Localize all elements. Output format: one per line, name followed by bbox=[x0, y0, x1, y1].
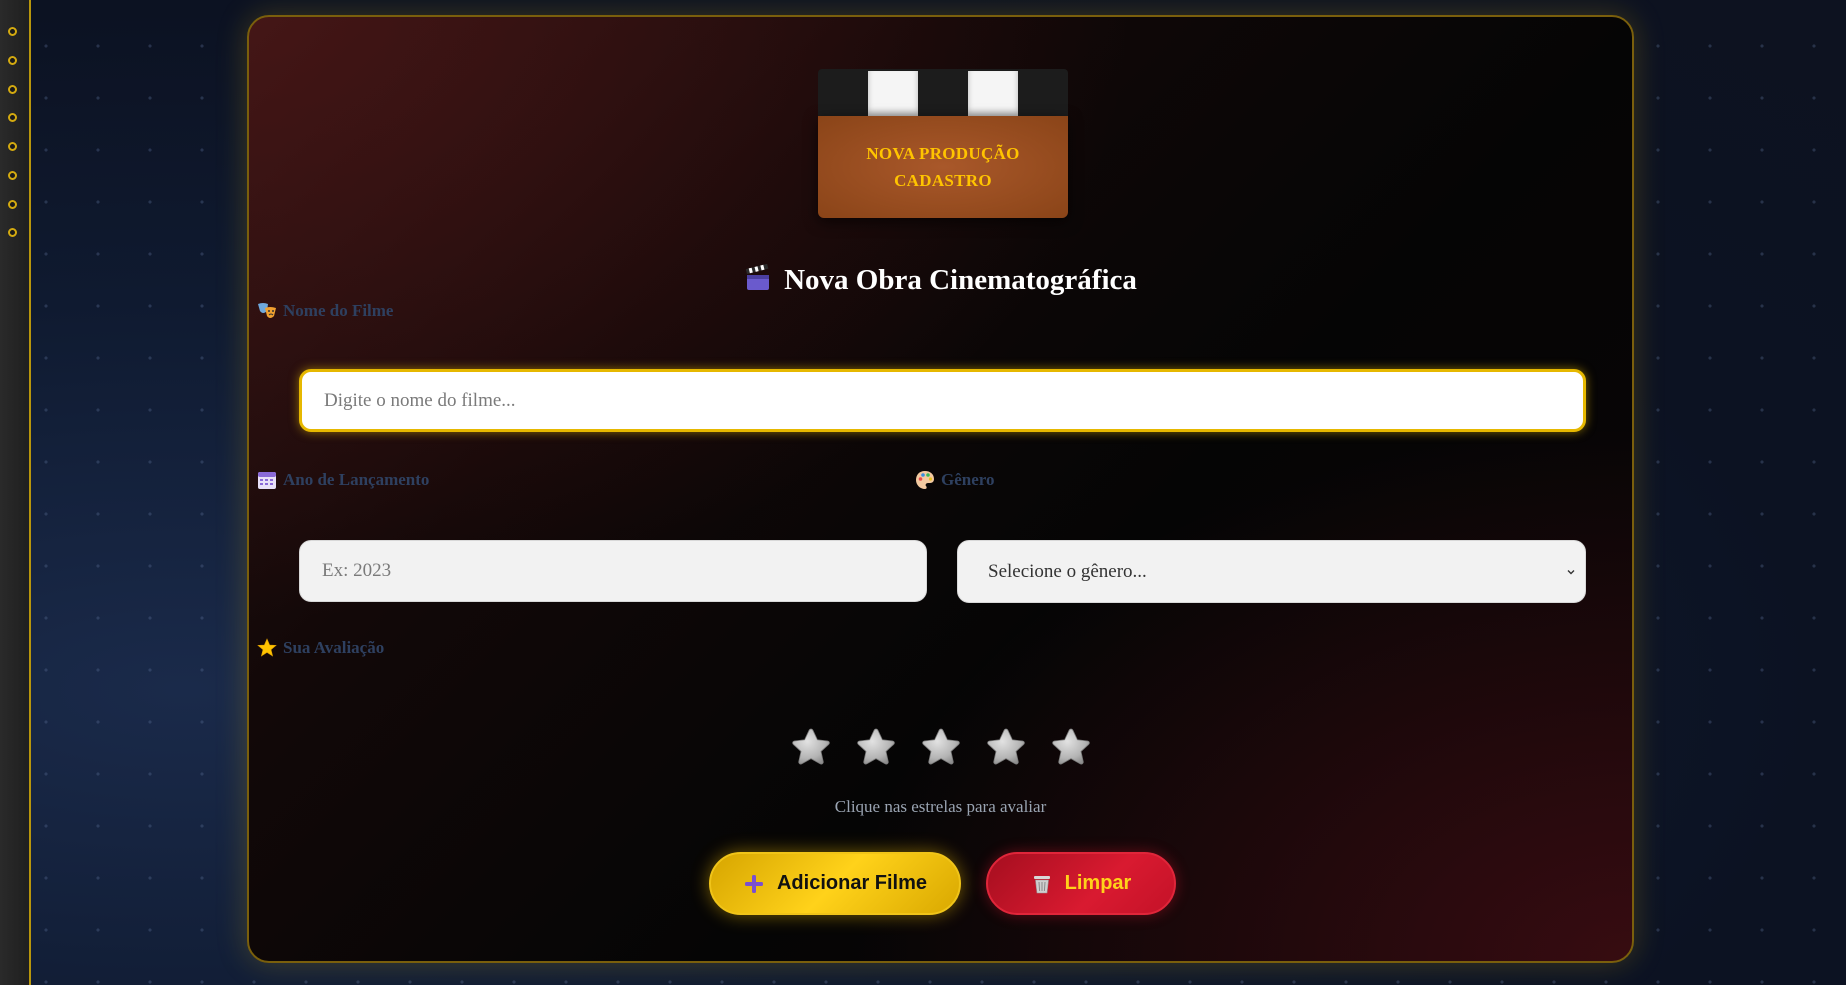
add-movie-button[interactable]: Adicionar Filme bbox=[709, 852, 961, 915]
clapper-stripe bbox=[968, 71, 1018, 116]
clapperboard-top bbox=[818, 69, 1068, 116]
movie-form-card: NOVA PRODUÇÃO CADASTRO Nova Obra Cinemat… bbox=[247, 15, 1634, 963]
film-hole bbox=[8, 200, 17, 209]
clapperboard-icon bbox=[745, 264, 770, 290]
clapperboard-line-1: NOVA PRODUÇÃO bbox=[866, 144, 1020, 163]
film-hole bbox=[8, 142, 17, 151]
genre-field-label: Gênero bbox=[915, 469, 995, 491]
clear-button-label: Limpar bbox=[1064, 872, 1132, 894]
rating-star-1[interactable] bbox=[790, 727, 832, 769]
genre-select[interactable]: Selecione o gênero... bbox=[957, 540, 1586, 603]
clapperboard-header: NOVA PRODUÇÃO CADASTRO bbox=[818, 69, 1068, 218]
theater-masks-icon bbox=[258, 303, 276, 318]
release-year-input[interactable] bbox=[299, 540, 927, 602]
calendar-icon bbox=[258, 472, 276, 489]
movie-name-input[interactable] bbox=[299, 369, 1586, 432]
film-hole bbox=[8, 171, 17, 180]
rating-hint: Clique nas estrelas para avaliar bbox=[834, 797, 1047, 816]
star-icon bbox=[257, 638, 277, 657]
rating-field-label-text: Sua Avaliação bbox=[283, 638, 385, 657]
clapperboard-line-2: CADASTRO bbox=[894, 171, 992, 190]
film-hole bbox=[8, 113, 17, 122]
trash-icon bbox=[1033, 875, 1050, 893]
genre-selected-value: Selecione o gênero... bbox=[988, 560, 1147, 582]
palette-icon bbox=[916, 471, 934, 489]
name-field-label: Nome do Filme bbox=[257, 300, 393, 322]
name-field-label-text: Nome do Filme bbox=[283, 301, 394, 320]
plus-icon bbox=[744, 874, 763, 893]
clapper-stripe bbox=[868, 71, 918, 116]
rating-star-3[interactable] bbox=[920, 727, 962, 769]
rating-star-5[interactable] bbox=[1050, 727, 1092, 769]
star-rating bbox=[249, 727, 1632, 769]
rating-star-2[interactable] bbox=[855, 727, 897, 769]
form-title-text: Nova Obra Cinematográfica bbox=[784, 264, 1137, 296]
rating-star-4[interactable] bbox=[985, 727, 1027, 769]
film-hole bbox=[8, 27, 17, 36]
form-title: Nova Obra Cinematográfica bbox=[249, 260, 1632, 300]
rating-field-label: Sua Avaliação bbox=[257, 637, 384, 659]
chevron-down-icon bbox=[1567, 570, 1575, 575]
year-field-label: Ano de Lançamento bbox=[257, 469, 429, 491]
year-field-label-text: Ano de Lançamento bbox=[283, 470, 430, 489]
film-strip-decoration bbox=[0, 0, 31, 985]
clear-button[interactable]: Limpar bbox=[986, 852, 1176, 915]
add-movie-button-label: Adicionar Filme bbox=[776, 872, 928, 894]
film-hole bbox=[8, 228, 17, 237]
film-hole bbox=[8, 56, 17, 65]
genre-field-label-text: Gênero bbox=[941, 470, 995, 489]
clapperboard-body: NOVA PRODUÇÃO CADASTRO bbox=[818, 116, 1068, 218]
film-hole bbox=[8, 85, 17, 94]
